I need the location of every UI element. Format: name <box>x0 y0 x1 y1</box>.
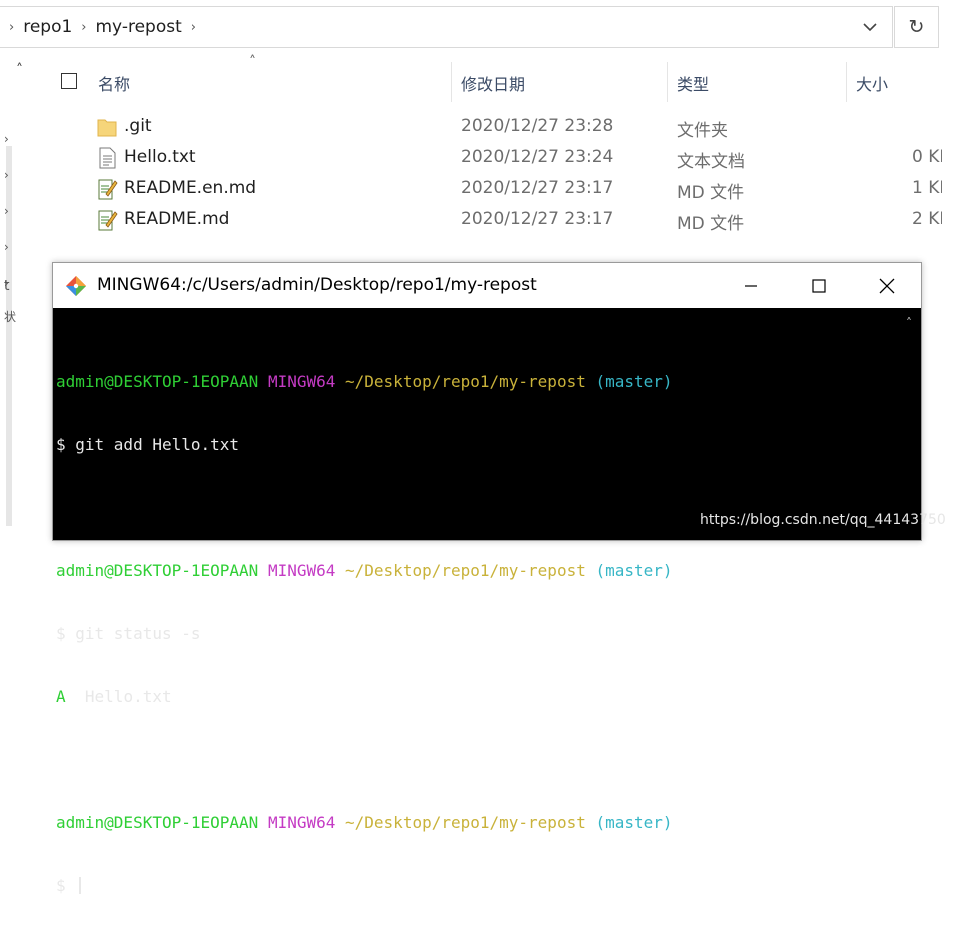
status-flag: A <box>56 687 66 706</box>
chevron-down-icon <box>863 22 877 31</box>
prompt-system: MINGW64 <box>267 372 336 391</box>
prompt-user: admin@DESKTOP-1EOPAAN <box>56 372 259 391</box>
file-size: 1 KB <box>912 178 942 198</box>
minimize-icon <box>745 284 757 287</box>
git-bash-icon <box>66 276 86 296</box>
terminal-titlebar[interactable]: MINGW64:/c/Users/admin/Desktop/repo1/my-… <box>53 263 921 308</box>
file-size: 2 KB <box>912 209 942 229</box>
chevron-right-icon[interactable]: › <box>191 20 196 35</box>
file-type: 文件夹 <box>677 121 728 141</box>
close-icon <box>879 278 895 293</box>
sort-ascending-icon: ˄ <box>249 54 256 70</box>
file-modified: 2020/12/27 23:17 <box>461 209 614 229</box>
chevron-right-icon[interactable]: › <box>81 20 86 35</box>
prompt-branch: (master) <box>595 561 673 580</box>
maximize-icon <box>812 278 826 293</box>
file-modified: 2020/12/27 23:17 <box>461 178 614 198</box>
prompt-line: admin@DESKTOP-1EOPAAN MINGW64 ~/Desktop/… <box>56 812 673 833</box>
breadcrumb-repo1[interactable]: repo1 <box>23 17 72 37</box>
prompt-line: admin@DESKTOP-1EOPAAN MINGW64 ~/Desktop/… <box>56 371 673 392</box>
nav-expand-icon[interactable]: › <box>4 168 9 182</box>
column-divider[interactable] <box>846 62 847 102</box>
file-modified: 2020/12/27 23:24 <box>461 147 614 167</box>
prompt-system: MINGW64 <box>267 561 336 580</box>
file-type: MD 文件 <box>677 183 745 203</box>
scroll-up-icon[interactable]: ˄ <box>906 316 912 330</box>
md-file-icon <box>98 210 118 231</box>
watermark-text: https://blog.csdn.net/qq_44143750 <box>700 512 946 528</box>
status-file: Hello.txt <box>84 687 172 706</box>
prompt-user: admin@DESKTOP-1EOPAAN <box>56 561 259 580</box>
close-button[interactable] <box>853 263 921 308</box>
prompt-system: MINGW64 <box>267 813 336 832</box>
file-name[interactable]: .git <box>124 116 152 136</box>
nav-scrollbar[interactable] <box>6 146 12 526</box>
select-all-checkbox[interactable] <box>61 73 77 89</box>
prompt-branch: (master) <box>595 372 673 391</box>
file-list: .git 2020/12/27 23:28 文件夹 Hello.txt 2020… <box>44 112 944 236</box>
terminal-window[interactable]: MINGW64:/c/Users/admin/Desktop/repo1/my-… <box>52 262 922 895</box>
refresh-button[interactable]: ↻ <box>894 6 939 48</box>
prompt-path: ~/Desktop/repo1/my-repost <box>345 372 586 391</box>
terminal-scrollbar[interactable]: ˄ <box>901 308 921 540</box>
file-row[interactable]: Hello.txt 2020/12/27 23:24 文本文档 0 KB <box>44 143 944 174</box>
input-prompt: $ <box>56 876 76 895</box>
nav-item-fragment: 状 <box>4 310 17 324</box>
prompt-path: ~/Desktop/repo1/my-repost <box>345 813 586 832</box>
navigation-pane: ˄ › › › › › t 状 <box>0 58 44 526</box>
column-header-row: ˄ 名称 修改日期 类型 大小 <box>44 54 944 102</box>
file-type: MD 文件 <box>677 214 745 234</box>
prompt-path: ~/Desktop/repo1/my-repost <box>345 561 586 580</box>
prompt-line: admin@DESKTOP-1EOPAAN MINGW64 ~/Desktop/… <box>56 560 673 581</box>
file-modified: 2020/12/27 23:28 <box>461 116 614 136</box>
file-name[interactable]: README.en.md <box>124 178 256 198</box>
prompt-branch: (master) <box>595 813 673 832</box>
address-dropdown-button[interactable] <box>848 7 892 47</box>
input-line[interactable]: $ <box>56 875 673 896</box>
text-file-icon <box>99 147 116 169</box>
file-type: 文本文档 <box>677 152 745 172</box>
command-line: $ git status -s <box>56 624 201 643</box>
prompt-user: admin@DESKTOP-1EOPAAN <box>56 813 259 832</box>
status-output-line: A Hello.txt <box>56 686 673 707</box>
column-modified[interactable]: 修改日期 <box>461 71 525 95</box>
nav-item-fragment: t <box>4 278 10 294</box>
command-line: $ git add Hello.txt <box>56 435 240 454</box>
scroll-up-icon[interactable]: ˄ <box>16 62 23 78</box>
nav-expand-icon[interactable]: › <box>4 204 9 218</box>
chevron-right-icon: › <box>9 19 15 35</box>
maximize-button[interactable] <box>785 263 853 308</box>
minimize-button[interactable] <box>717 263 785 308</box>
column-divider[interactable] <box>451 62 452 102</box>
nav-expand-icon[interactable]: › <box>4 132 9 146</box>
file-row[interactable]: README.en.md 2020/12/27 23:17 MD 文件 1 KB <box>44 174 944 205</box>
file-name[interactable]: README.md <box>124 209 229 229</box>
terminal-title: MINGW64:/c/Users/admin/Desktop/repo1/my-… <box>97 275 537 295</box>
file-size: 0 KB <box>912 147 942 167</box>
nav-expand-icon[interactable]: › <box>4 240 9 254</box>
column-size[interactable]: 大小 <box>856 71 888 95</box>
address-bar[interactable]: › repo1 › my-repost › <box>0 6 893 48</box>
refresh-icon: ↻ <box>908 16 925 38</box>
column-type[interactable]: 类型 <box>677 71 709 95</box>
file-row[interactable]: README.md 2020/12/27 23:17 MD 文件 2 KB <box>44 205 944 236</box>
column-name[interactable]: 名称 <box>98 71 130 95</box>
file-row[interactable]: .git 2020/12/27 23:28 文件夹 <box>44 112 944 143</box>
text-cursor <box>79 877 82 894</box>
column-divider[interactable] <box>667 62 668 102</box>
folder-icon <box>97 119 117 137</box>
file-name[interactable]: Hello.txt <box>124 147 196 167</box>
terminal-output[interactable]: admin@DESKTOP-1EOPAAN MINGW64 ~/Desktop/… <box>56 329 673 938</box>
breadcrumb-my-repost[interactable]: my-repost <box>96 17 182 37</box>
md-file-icon <box>98 179 118 200</box>
